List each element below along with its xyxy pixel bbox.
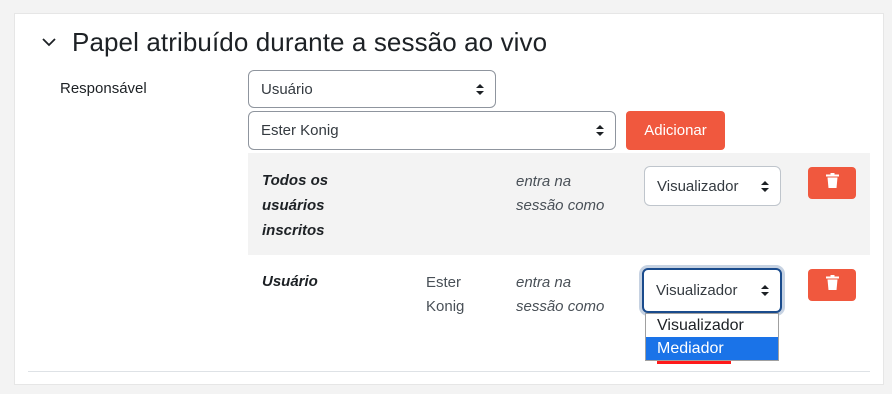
user-select-value: Ester Konig (261, 122, 339, 139)
participant-type-value: Usuário (261, 80, 313, 98)
sort-arrows-icon (754, 180, 776, 192)
sort-arrows-icon (589, 125, 611, 136)
role-select-value: Visualizador (657, 177, 739, 195)
section-title: Papel atribuído durante a sessão ao vivo (72, 26, 548, 57)
sort-arrows-icon (754, 285, 776, 296)
participant-type-select[interactable]: Usuário (248, 70, 496, 108)
trash-icon (825, 173, 839, 193)
role-select[interactable]: Visualizador (644, 166, 781, 206)
trash-icon (825, 275, 839, 295)
table-row: Todos os usuários inscritos entra na ses… (248, 153, 870, 255)
responsible-label: Responsável (60, 80, 147, 97)
role-text-cell: entra na sessão como (516, 274, 605, 315)
participant-cell: Todos os usuários inscritos (262, 172, 329, 239)
section-divider (28, 371, 870, 372)
add-button[interactable]: Adicionar (626, 111, 725, 150)
role-select-value: Visualizador (656, 282, 738, 299)
dropdown-option-mediador[interactable]: Mediador (646, 337, 778, 360)
section-header[interactable]: Papel atribuído durante a sessão ao vivo (40, 24, 547, 60)
sort-arrows-icon (469, 83, 491, 95)
user-select[interactable]: Ester Konig (248, 111, 616, 150)
role-text-cell: entra na sessão como (516, 173, 605, 214)
annotation-underline (657, 361, 731, 364)
delete-button[interactable] (808, 167, 856, 199)
role-select-focused[interactable]: Visualizador (642, 268, 782, 313)
user-name-cell: Ester Konig (426, 274, 465, 315)
delete-button[interactable] (808, 269, 856, 301)
participant-cell: Usuário (262, 273, 318, 290)
role-dropdown-list: Visualizador Mediador (645, 313, 779, 361)
chevron-down-icon[interactable] (40, 33, 58, 51)
dropdown-option-visualizador[interactable]: Visualizador (646, 314, 778, 337)
